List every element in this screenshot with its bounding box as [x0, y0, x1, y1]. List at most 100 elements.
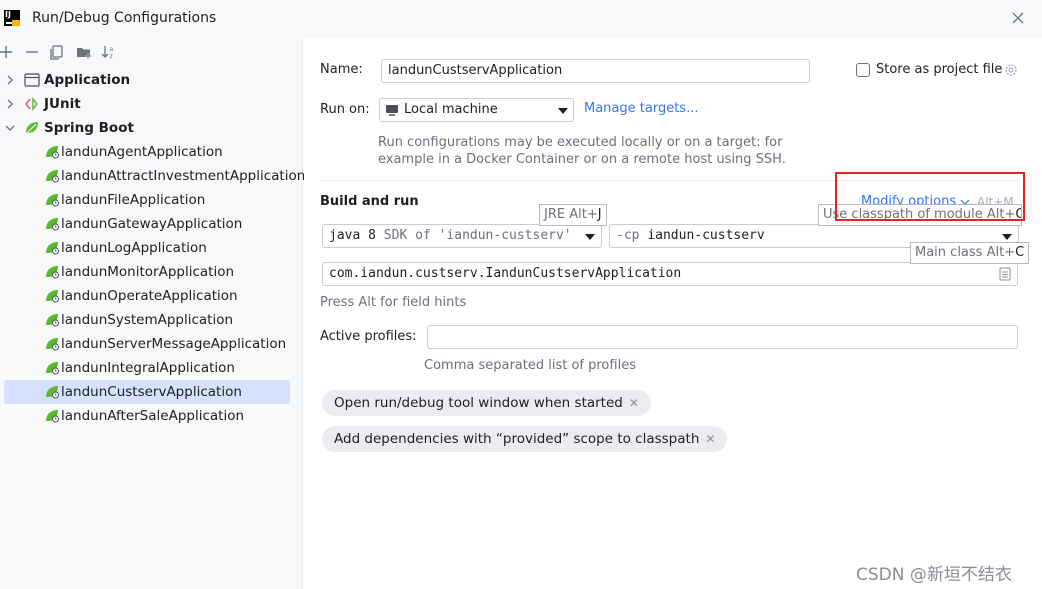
red-highlight-annotation: [835, 172, 1025, 221]
field-hint: Press Alt for field hints: [320, 295, 467, 310]
tree-item[interactable]: landunIntegralApplication: [0, 356, 303, 380]
application-window-icon: [24, 73, 40, 87]
gear-icon[interactable]: [1003, 62, 1019, 78]
run-on-hint-line-2: example in a Docker Container or on a re…: [378, 152, 786, 167]
tree-item-label: landunAttractInvestmentApplication: [61, 168, 306, 184]
spring-boot-run-icon: [46, 410, 59, 423]
tree-item[interactable]: landunMonitorApplication: [0, 260, 303, 284]
local-machine-icon: [386, 105, 398, 116]
tooltip-key: C: [1015, 245, 1025, 260]
tag-label: Add dependencies with “provided” scope t…: [334, 431, 700, 447]
jre-shortcut-tooltip: JRE Alt+J: [539, 204, 607, 226]
tree-group-application[interactable]: Application: [0, 68, 303, 92]
copy-icon[interactable]: [48, 43, 66, 61]
tree-item-label: landunCustservApplication: [61, 384, 242, 400]
tree-group-spring-boot[interactable]: Spring Boot: [0, 116, 303, 140]
cp-module: iandun-custserv: [647, 228, 765, 243]
active-profiles-input[interactable]: [427, 325, 1018, 349]
tree-item[interactable]: landunAttractInvestmentApplication: [0, 164, 306, 188]
active-profiles-hint: Comma separated list of profiles: [424, 358, 636, 373]
tree-group-label: JUnit: [44, 96, 81, 112]
spring-boot-run-icon: [46, 218, 59, 231]
tree-item-label: landunGatewayApplication: [61, 216, 243, 232]
dropdown-arrow-icon: [585, 234, 595, 240]
spring-boot-run-icon: [46, 314, 59, 327]
active-profiles-label: Active profiles:: [320, 329, 417, 344]
tree-item[interactable]: landunAfterSaleApplication: [0, 404, 303, 428]
tag-label: Open run/debug tool window when started: [334, 395, 623, 411]
dropdown-arrow-icon: [1002, 234, 1012, 240]
tree-item[interactable]: landunFileApplication: [0, 188, 303, 212]
csdn-watermark: CSDN @新垣不结衣: [856, 565, 1012, 585]
junit-icon: [25, 97, 38, 111]
name-input[interactable]: landunCustservApplication: [381, 59, 810, 83]
tree-group-label: Application: [44, 72, 131, 88]
name-label: Name:: [320, 62, 363, 77]
new-folder-icon[interactable]: [75, 43, 93, 61]
build-and-run-heading: Build and run: [320, 194, 419, 209]
tree-group-junit[interactable]: JUnit: [0, 92, 303, 116]
intellij-logo-icon: IJ: [4, 10, 20, 26]
tooltip-key: J: [597, 207, 602, 222]
dialog-title: Run/Debug Configurations: [32, 10, 217, 26]
spring-boot-run-icon: [46, 386, 59, 399]
tree-item[interactable]: landunAgentApplication: [0, 140, 303, 164]
tree-toolbar: az: [0, 40, 303, 64]
spring-boot-icon: [26, 122, 38, 134]
add-icon[interactable]: [0, 43, 15, 61]
jre-version: java 8: [329, 228, 376, 243]
tree-item[interactable]: landunLogApplication: [0, 236, 303, 260]
spring-boot-run-icon: [46, 362, 59, 375]
tree-item[interactable]: landunGatewayApplication: [0, 212, 303, 236]
tree-item[interactable]: landunOperateApplication: [0, 284, 303, 308]
run-on-hint-line-1: Run configurations may be executed local…: [378, 135, 783, 150]
run-on-dropdown[interactable]: Local machine: [379, 98, 574, 122]
close-icon[interactable]: [1008, 8, 1028, 28]
remove-tag-icon[interactable]: ✕: [705, 432, 715, 446]
store-as-project-file-label: Store as project file: [876, 62, 1003, 77]
title-bar: IJ Run/Debug Configurations: [0, 0, 1042, 38]
store-as-project-file-checkbox[interactable]: [856, 63, 870, 77]
option-tag-open-tool-window[interactable]: Open run/debug tool window when started ✕: [322, 390, 651, 416]
tree-item-label: landunAgentApplication: [61, 144, 223, 160]
sort-icon[interactable]: az: [100, 43, 118, 61]
chevron-right-icon[interactable]: [4, 98, 16, 110]
tree-item-label: landunOperateApplication: [61, 288, 238, 304]
dropdown-arrow-icon: [558, 108, 568, 114]
tree-group-label: Spring Boot: [44, 120, 134, 136]
spring-boot-run-icon: [46, 146, 59, 159]
tree-item[interactable]: landunCustservApplication: [0, 380, 303, 404]
spring-boot-run-icon: [46, 170, 59, 183]
run-on-value: Local machine: [404, 102, 498, 117]
manage-targets-link[interactable]: Manage targets...: [584, 101, 698, 116]
spring-boot-run-icon: [46, 194, 59, 207]
configurations-tree-panel: az Application JUnit Spring Boot landunA…: [0, 38, 306, 589]
browse-icon[interactable]: [999, 267, 1011, 281]
main-class-shortcut-tooltip: Main class Alt+C: [910, 242, 1030, 264]
chevron-right-icon[interactable]: [4, 74, 16, 86]
logo-text: IJ: [5, 10, 11, 19]
spring-boot-run-icon: [46, 338, 59, 351]
chevron-down-icon[interactable]: [4, 122, 16, 134]
svg-text:z: z: [110, 53, 113, 60]
tooltip-text: JRE Alt+: [544, 207, 598, 222]
spring-boot-run-icon: [46, 266, 59, 279]
tree-item-label: landunIntegralApplication: [61, 360, 235, 376]
option-tag-provided-scope[interactable]: Add dependencies with “provided” scope t…: [322, 426, 728, 452]
spring-boot-run-icon: [46, 242, 59, 255]
tree-item-label: landunFileApplication: [61, 192, 206, 208]
svg-text:a: a: [110, 46, 114, 53]
main-class-value: com.iandun.custserv.IandunCustservApplic…: [329, 266, 682, 281]
tree-item-label: landunLogApplication: [61, 240, 207, 256]
main-class-input[interactable]: com.iandun.custserv.IandunCustservApplic…: [322, 262, 1018, 286]
tree-item[interactable]: landunServerMessageApplication: [0, 332, 303, 356]
tree-item-label: landunServerMessageApplication: [61, 336, 287, 352]
tree-item-label: landunMonitorApplication: [61, 264, 235, 280]
jre-dropdown[interactable]: java 8 SDK of 'iandun-custserv': [322, 224, 602, 248]
tree-item[interactable]: landunSystemApplication: [0, 308, 303, 332]
jre-sdk-label: SDK of 'iandun-custserv': [383, 228, 572, 243]
tooltip-text: Main class Alt+: [915, 245, 1016, 260]
remove-icon[interactable]: [23, 43, 41, 61]
remove-tag-icon[interactable]: ✕: [629, 396, 639, 410]
tree-item-label: landunSystemApplication: [61, 312, 234, 328]
